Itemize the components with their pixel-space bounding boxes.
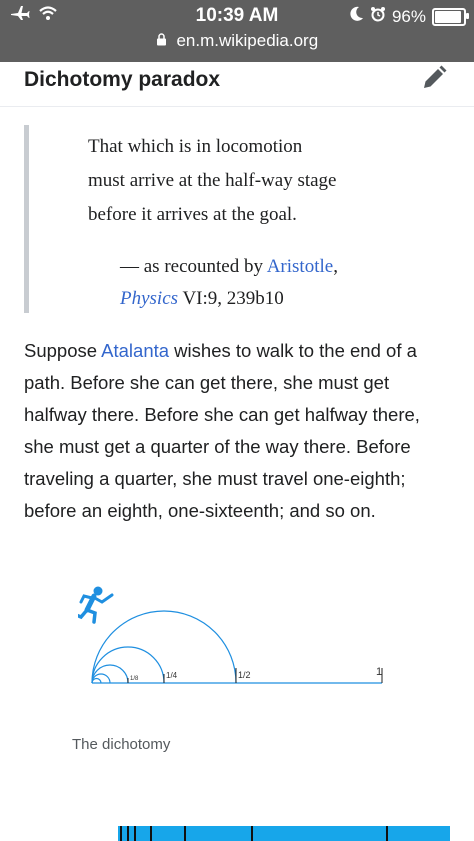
moon-icon xyxy=(350,6,364,27)
figure-caption: The dichotomy xyxy=(72,736,171,753)
quarter-arc xyxy=(91,646,165,684)
strip-tick xyxy=(120,826,122,841)
address-bar[interactable]: en.m.wikipedia.org xyxy=(0,31,474,51)
status-bar: 10:39 AM 96% en.m.wikipedia.org xyxy=(0,0,474,62)
strip-tick xyxy=(184,826,186,841)
physics-link[interactable]: Physics xyxy=(120,288,178,309)
battery-icon xyxy=(432,7,469,26)
quote-line: before it arrives at the goal. xyxy=(88,204,297,225)
status-right: 96% xyxy=(350,6,469,27)
half-arc xyxy=(91,610,237,684)
aristotle-link[interactable]: Aristotle xyxy=(267,256,334,277)
strip-tick xyxy=(127,826,129,841)
strip-tick xyxy=(150,826,152,841)
work-reference: VI:9, 239b10 xyxy=(178,288,284,309)
url-text: en.m.wikipedia.org xyxy=(176,31,319,50)
blockquote: That which is in locomotion must arrive … xyxy=(88,130,408,232)
strip-tick xyxy=(134,826,136,841)
blockquote-bar xyxy=(24,125,29,313)
label-one: 1 xyxy=(376,666,382,678)
heading-divider xyxy=(0,106,474,107)
dichotomy-figure[interactable]: 1/8 1/4 1/2 1 xyxy=(74,582,398,692)
attribution-comma: , xyxy=(333,256,338,277)
body-paragraph: Suppose Atalanta wishes to walk to the e… xyxy=(24,335,454,527)
next-figure-image[interactable] xyxy=(118,826,450,841)
lock-icon xyxy=(156,33,171,49)
paragraph-text: Suppose xyxy=(24,340,102,361)
label-eighth: 1/8 xyxy=(130,676,139,682)
quote-line: That which is in locomotion xyxy=(88,136,303,157)
quote-attribution: — as recounted by Aristotle, Physics VI:… xyxy=(120,251,420,315)
attribution-prefix: — as recounted by xyxy=(120,256,267,277)
runner-icon xyxy=(74,586,114,624)
section-heading: Dichotomy paradox xyxy=(24,68,221,91)
label-quarter: 1/4 xyxy=(166,671,178,680)
paragraph-text: wishes to walk to the end of a path. Bef… xyxy=(24,340,420,521)
atalanta-link[interactable]: Atalanta xyxy=(101,340,169,361)
label-half: 1/2 xyxy=(238,670,251,680)
battery-percent: 96% xyxy=(391,6,426,26)
pencil-icon[interactable] xyxy=(418,62,450,94)
strip-tick xyxy=(386,826,388,841)
quote-line: must arrive at the half-way stage xyxy=(88,170,337,191)
strip-tick xyxy=(251,826,253,841)
thirty-second-arc xyxy=(91,677,102,684)
alarm-icon xyxy=(370,6,386,27)
